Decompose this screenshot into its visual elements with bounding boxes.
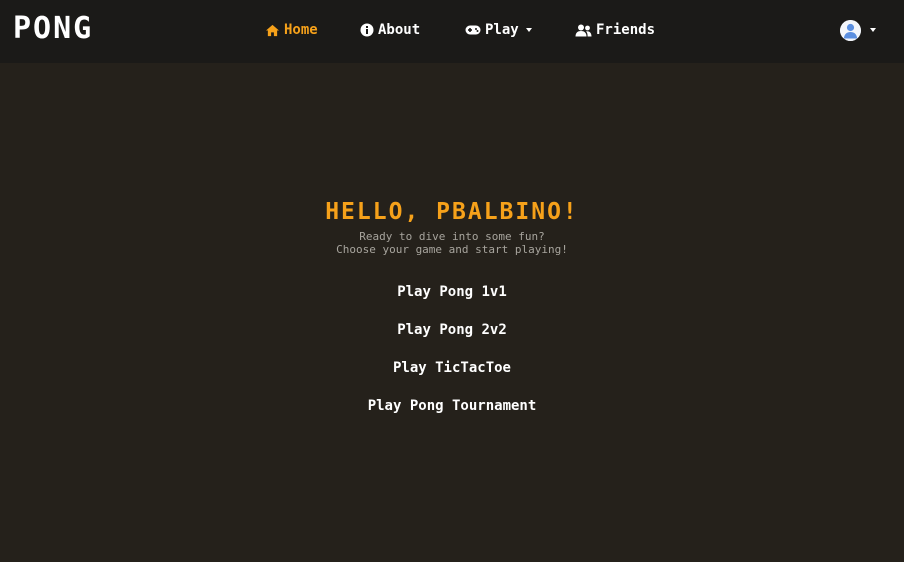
subtitle-line: Choose your game and start playing! — [336, 243, 568, 256]
home-icon — [266, 24, 279, 36]
chevron-down-icon — [525, 28, 532, 32]
play-tictactoe-button[interactable]: Play TicTacToe — [387, 357, 517, 379]
play-pong-1v1-button[interactable]: Play Pong 1v1 — [391, 281, 513, 303]
welcome-subtitle: Ready to dive into some fun? Choose your… — [0, 230, 904, 256]
play-pong-tournament-button[interactable]: Play Pong Tournament — [362, 395, 543, 417]
nav-item-play[interactable]: Play — [465, 19, 532, 41]
game-menu: Play Pong 1v1 Play Pong 2v2 Play TicTacT… — [0, 281, 904, 433]
user-avatar-icon — [840, 19, 861, 41]
gamepad-icon — [465, 25, 481, 35]
nav-item-label: Friends — [596, 22, 656, 38]
nav-item-friends[interactable]: Friends — [575, 19, 655, 41]
nav-item-label: Home — [284, 22, 318, 38]
play-pong-2v2-button[interactable]: Play Pong 2v2 — [391, 319, 513, 341]
main-nav: Home About Play Friends — [0, 19, 904, 41]
chevron-down-icon — [870, 28, 876, 32]
user-menu-toggle[interactable] — [840, 19, 876, 41]
nav-item-home[interactable]: Home — [265, 19, 318, 41]
greeting-heading: HELLO, PBALBINO! — [0, 197, 904, 227]
nav-item-about[interactable]: About — [360, 19, 420, 41]
users-icon — [575, 24, 592, 36]
info-icon — [360, 23, 374, 37]
greeting-username: PBALBINO! — [436, 199, 579, 225]
nav-item-label: About — [378, 22, 421, 38]
greeting-prefix: HELLO, — [325, 199, 421, 225]
welcome-section: HELLO, PBALBINO! Ready to dive into some… — [0, 197, 904, 256]
nav-item-label: Play — [485, 22, 519, 38]
subtitle-line: Ready to dive into some fun? — [359, 230, 545, 243]
navbar: PONG Home About Play Friends — [0, 0, 904, 63]
